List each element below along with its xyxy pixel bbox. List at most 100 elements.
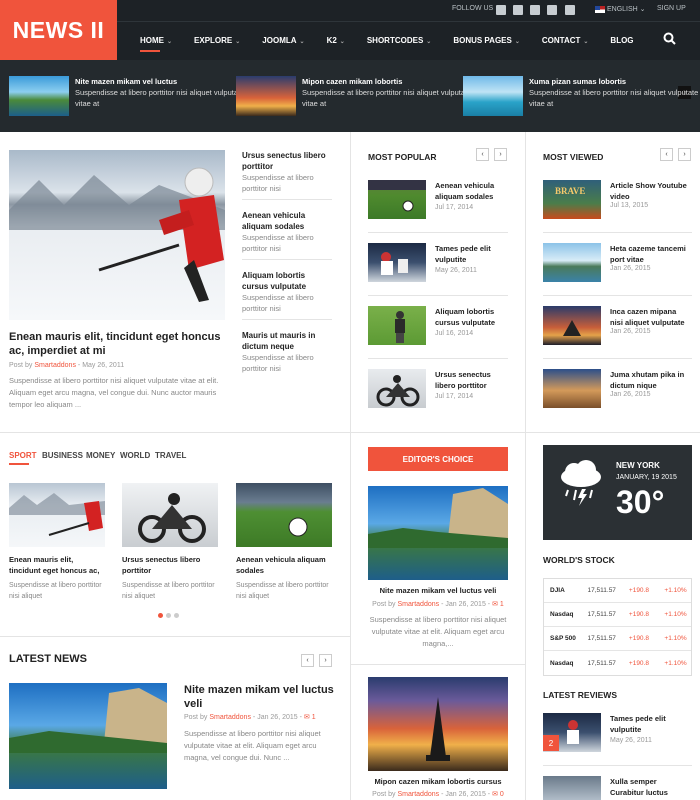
popular-thumb[interactable]	[368, 180, 426, 219]
latest-news-title[interactable]: Nite mazen mikam vel luctus veli	[184, 683, 334, 711]
googleplus-icon[interactable]	[530, 5, 540, 15]
sport-thumb[interactable]	[236, 483, 332, 547]
viewed-title[interactable]: Article Show Youtube video	[610, 180, 690, 202]
popular-next-button[interactable]: ›	[494, 148, 507, 161]
featured-title[interactable]: Enean mauris elit, tincidunt eget honcus…	[9, 330, 224, 358]
editors-choice-meta: Post by Smartaddons - Jan 26, 2015 - ✉ 0	[372, 791, 504, 798]
row-divider	[0, 432, 700, 433]
nav-blog[interactable]: BLOG	[610, 36, 633, 45]
viewed-thumb[interactable]: BRAVE	[543, 180, 601, 219]
author-link[interactable]: Smartaddons	[397, 601, 439, 608]
carousel-dot[interactable]	[158, 613, 163, 618]
tab-money[interactable]: MONEY	[86, 451, 115, 460]
comment-count[interactable]: 1	[500, 601, 504, 608]
comment-icon: ✉	[492, 601, 498, 608]
author-link[interactable]: Smartaddons	[34, 362, 76, 369]
viewed-title[interactable]: Inca cazen mipana nisi aliquet vulputate	[610, 306, 690, 328]
latest-next-button[interactable]: ›	[319, 654, 332, 667]
list-divider	[368, 295, 508, 296]
site-logo[interactable]: NEWS II	[0, 0, 117, 60]
viewed-thumb[interactable]	[543, 369, 601, 408]
tab-business[interactable]: BUSINESS	[42, 451, 83, 460]
ticker-thumb	[9, 76, 69, 116]
popular-title[interactable]: Aliquam lobortis cursus vulputate	[435, 306, 507, 328]
nav-shortcodes[interactable]: SHORTCODES ⌄	[367, 36, 431, 45]
side-list-title[interactable]: Aliquam lobortis cursus vulputate	[242, 270, 332, 292]
popular-title[interactable]: Ursus senectus libero porttitor	[435, 369, 507, 391]
facebook-icon[interactable]	[496, 5, 506, 15]
popular-prev-button[interactable]: ‹	[476, 148, 489, 161]
side-list-text: Suspendisse at libero porttitor nisi	[242, 233, 314, 253]
side-list-text: Suspendisse at libero porttitor nisi	[242, 353, 314, 373]
language-select[interactable]: ENGLISH ⌄	[607, 5, 646, 13]
popular-title[interactable]: Tames pede elit vulputite	[435, 243, 507, 265]
side-list-title[interactable]: Ursus senectus libero porttitor	[242, 150, 332, 172]
viewed-next-button[interactable]: ›	[678, 148, 691, 161]
ticker-title[interactable]: Xuma pizan sumas lobortis	[529, 77, 626, 86]
author-link[interactable]: Smartaddons	[209, 714, 251, 721]
sport-thumb[interactable]	[122, 483, 218, 547]
side-list-title[interactable]: Aenean vehicula aliquam sodales	[242, 210, 332, 232]
carousel-dot[interactable]	[174, 613, 179, 618]
search-icon[interactable]	[663, 32, 676, 45]
viewed-prev-button[interactable]: ‹	[660, 148, 673, 161]
popular-thumb[interactable]	[368, 243, 426, 282]
ticker-title[interactable]: Nite mazen mikam vel luctus	[75, 77, 177, 86]
chevron-down-icon: ⌄	[299, 39, 305, 45]
nav-k2[interactable]: K2 ⌄	[327, 36, 345, 45]
nav-home[interactable]: HOME ⌄	[140, 36, 173, 52]
nav-contact[interactable]: CONTACT ⌄	[542, 36, 589, 45]
chevron-down-icon: ⌄	[167, 39, 173, 45]
editors-choice-image[interactable]	[368, 677, 508, 771]
sport-title[interactable]: Enean mauris elit, tincidunt eget honcus…	[9, 554, 105, 576]
ticker-title[interactable]: Mipon cazen mikam lobortis	[302, 77, 402, 86]
review-title[interactable]: Tames pede elit vulputite	[610, 713, 690, 735]
viewed-thumb[interactable]	[543, 306, 601, 345]
nav-bonus-pages[interactable]: BONUS PAGES ⌄	[453, 36, 520, 45]
popular-title[interactable]: Aenean vehicula aliquam sodales	[435, 180, 507, 202]
tab-travel[interactable]: TRAVEL	[155, 451, 186, 460]
latest-prev-button[interactable]: ‹	[301, 654, 314, 667]
tab-sport[interactable]: SPORT	[9, 451, 37, 460]
nav-explore[interactable]: EXPLORE ⌄	[194, 36, 240, 45]
viewed-title[interactable]: Juma xhutam pika in dictum nique	[610, 369, 690, 391]
tab-world[interactable]: WORLD	[120, 451, 150, 460]
review-title[interactable]: Xulla semper Curabitur luctus	[610, 776, 692, 798]
twitter-icon[interactable]	[513, 5, 523, 15]
featured-image[interactable]	[9, 150, 225, 320]
rss-icon[interactable]	[565, 5, 575, 15]
comment-count[interactable]: 1	[312, 714, 316, 721]
popular-thumb[interactable]	[368, 369, 426, 408]
author-link[interactable]: Smartaddons	[397, 791, 439, 798]
linkedin-icon[interactable]	[547, 5, 557, 15]
stock-row: DJIA 17,511.57 +190.8 +1.10%	[544, 579, 691, 603]
carousel-dot[interactable]	[166, 613, 171, 618]
editors-choice-title[interactable]: Nite mazen mikam vel luctus veli	[368, 585, 508, 596]
list-divider	[543, 765, 692, 766]
viewed-thumb[interactable]	[543, 243, 601, 282]
sport-thumb[interactable]	[9, 483, 105, 547]
side-list-title[interactable]: Mauris ut mauris in dictum neque	[242, 330, 334, 352]
review-thumb[interactable]	[543, 776, 601, 800]
latest-news-meta: Post by Smartaddons - Jan 26, 2015 - ✉ 1	[184, 714, 316, 721]
nav-joomla[interactable]: JOOMLA ⌄	[262, 36, 304, 45]
sport-title[interactable]: Ursus senectus libero porttitor	[122, 554, 218, 576]
popular-date: May 26, 2011	[435, 267, 477, 274]
main-nav: HOME ⌄ EXPLORE ⌄ JOOMLA ⌄ K2 ⌄ SHORTCODES ⌄ B…	[140, 36, 656, 52]
popular-date: Jul 17, 2014	[435, 204, 474, 211]
stock-heading: WORLD'S STOCK	[543, 555, 615, 565]
column-divider	[525, 132, 526, 800]
popular-thumb[interactable]	[368, 306, 426, 345]
viewed-title[interactable]: Heta cazeme tancemi port vitae	[610, 243, 690, 265]
stock-row: Nasdaq 17,511.57 +190.8 +1.10%	[550, 659, 687, 667]
latest-news-image[interactable]	[9, 683, 167, 789]
thunderstorm-icon	[561, 460, 601, 506]
sport-title[interactable]: Aenean vehicula aliquam sodales	[236, 554, 332, 576]
editors-choice-image[interactable]	[368, 486, 508, 580]
featured-meta: Post by Smartaddons - May 26, 2011	[9, 362, 125, 369]
signup-link[interactable]: SIGN UP	[657, 5, 686, 12]
review-date: May 26, 2011	[610, 737, 652, 744]
editors-choice-title[interactable]: Mipon cazen mikam lobortis cursus	[368, 776, 508, 787]
viewed-date: Jan 26, 2015	[610, 328, 651, 335]
comment-count[interactable]: 0	[500, 791, 504, 798]
